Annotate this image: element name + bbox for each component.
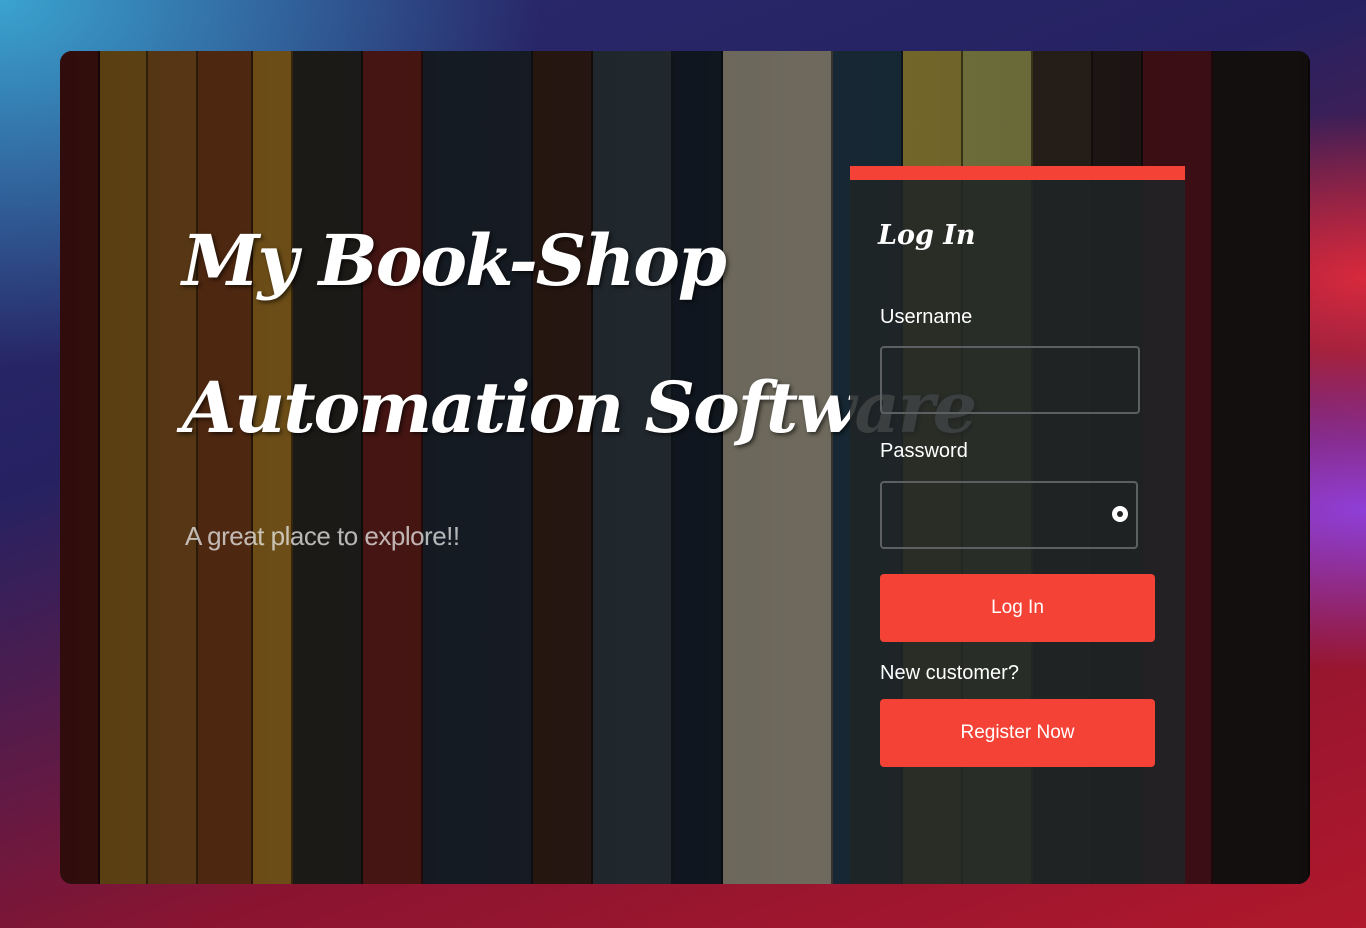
hero-tagline: A great place to explore!!	[185, 521, 460, 551]
username-field-wrapper	[880, 346, 1140, 414]
login-button[interactable]: Log In	[880, 574, 1155, 642]
username-label: Username	[880, 306, 973, 328]
password-field-wrapper	[880, 481, 1138, 549]
hero-title-line1: My Book-Shop	[182, 219, 727, 302]
password-input[interactable]	[882, 483, 1136, 547]
username-input[interactable]	[882, 348, 1138, 412]
new-customer-text: New customer?	[880, 662, 1019, 684]
register-button[interactable]: Register Now	[880, 699, 1155, 767]
login-card: My Book-Shop Automation Software A great…	[60, 51, 1310, 884]
password-label: Password	[880, 440, 968, 462]
eye-icon[interactable]	[1112, 506, 1128, 522]
login-panel: Log In Username Password Log In New cust…	[850, 166, 1185, 884]
login-title: Log In	[878, 220, 976, 251]
